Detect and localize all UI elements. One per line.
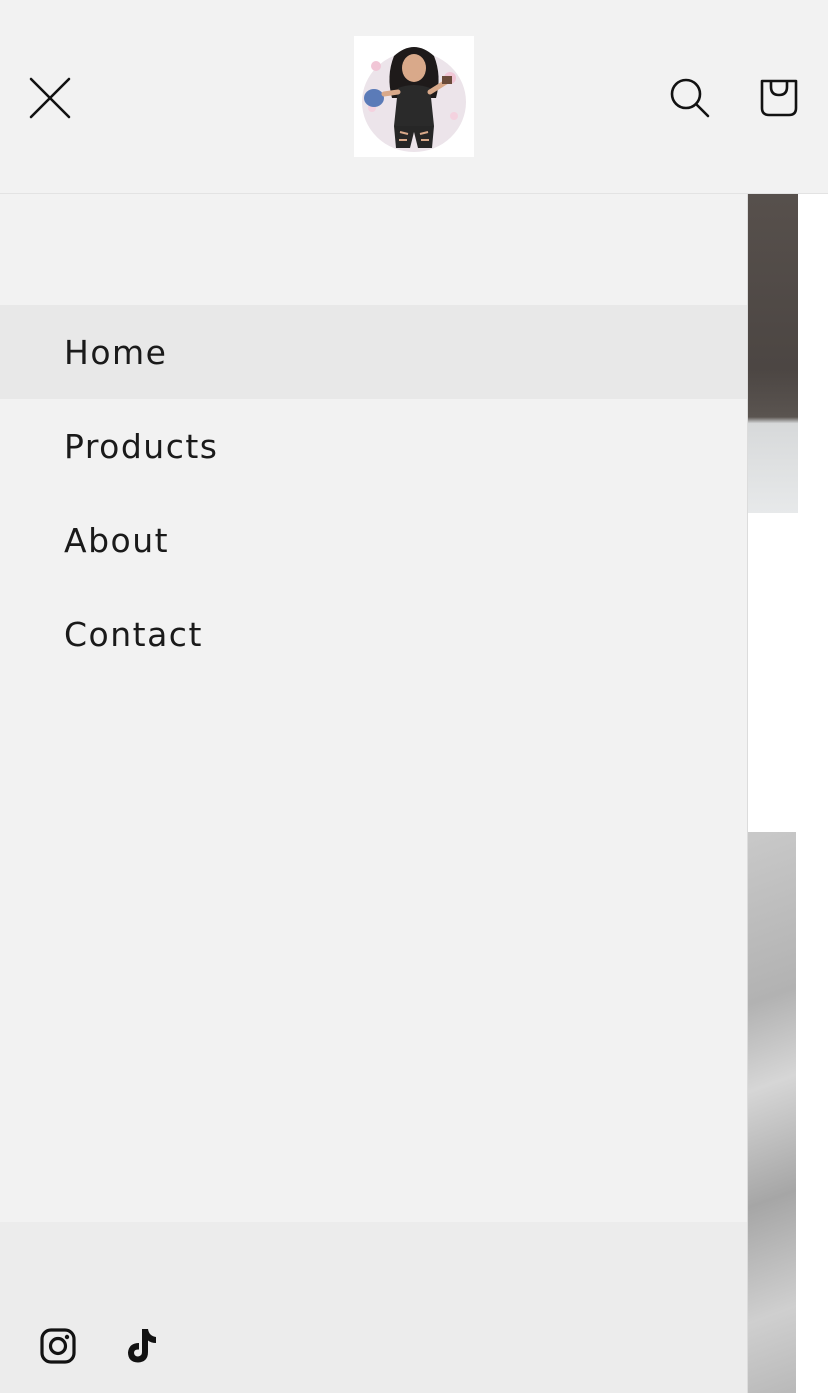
search-button[interactable]: [660, 68, 720, 128]
menu-list: Home Products About Contact: [0, 305, 747, 681]
menu-item-label: Contact: [64, 614, 203, 654]
menu-item-products[interactable]: Products: [0, 399, 747, 493]
product-image[interactable]: [747, 193, 798, 513]
page: Home Products About Contact: [0, 0, 828, 1393]
menu-item-contact[interactable]: Contact: [0, 587, 747, 681]
store-logo[interactable]: [354, 36, 474, 157]
close-icon: [29, 77, 71, 119]
cart-icon: [760, 79, 798, 117]
logo-image: [354, 36, 474, 157]
menu-item-label: Products: [64, 426, 219, 466]
search-icon: [670, 78, 710, 118]
header: [0, 0, 828, 194]
cart-button[interactable]: [748, 66, 810, 128]
product-image[interactable]: [747, 832, 796, 1393]
drawer-footer: [0, 1222, 747, 1393]
instagram-icon: [40, 1328, 76, 1364]
tiktok-icon: [128, 1329, 156, 1363]
menu-item-label: About: [64, 520, 170, 560]
menu-item-about[interactable]: About: [0, 493, 747, 587]
menu-item-home[interactable]: Home: [0, 305, 747, 399]
menu-item-label: Home: [64, 332, 168, 372]
menu-drawer: Home Products About Contact: [0, 193, 748, 1393]
close-menu-button[interactable]: [20, 68, 80, 128]
instagram-link[interactable]: [38, 1326, 78, 1366]
tiktok-link[interactable]: [121, 1326, 161, 1366]
